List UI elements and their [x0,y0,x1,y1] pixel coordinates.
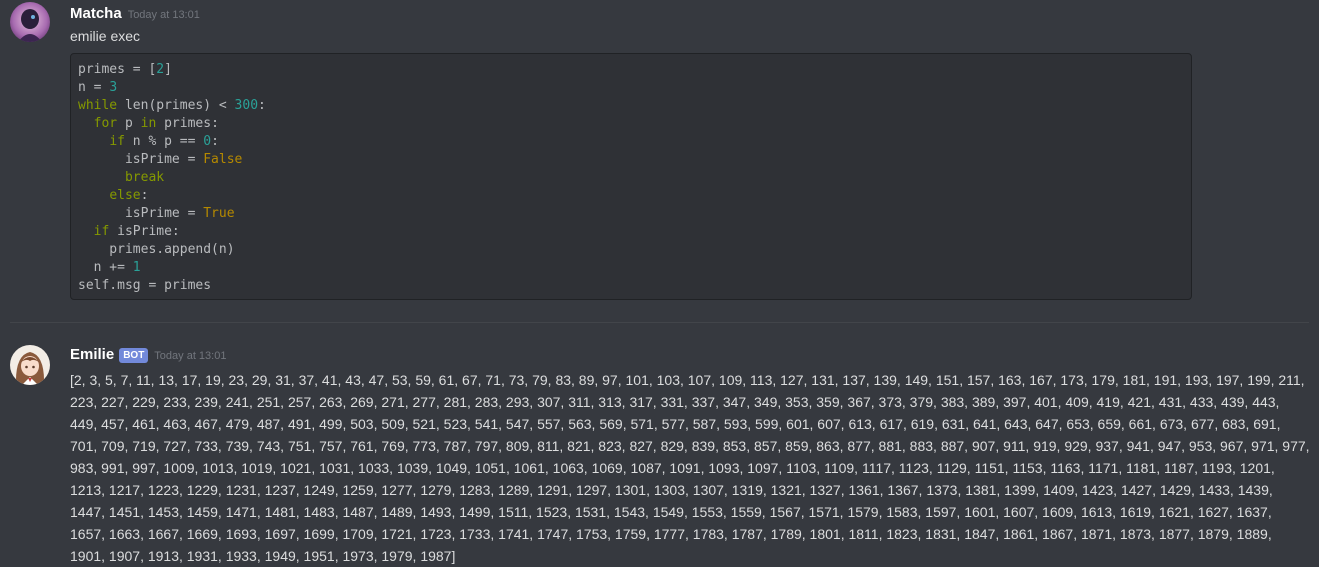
code-line-text: if isPrime: [93,224,180,239]
code-line-text: break [124,170,165,185]
bot-avatar[interactable] [10,345,50,385]
message-divider [10,322,1309,323]
code-line: primes = [2] [78,62,172,77]
code-content: primes = [2] n = 3 while len(primes) < 3… [71,54,1191,295]
code-line-text: for p in primes: [93,116,219,131]
code-line-text: n += 1 [78,260,141,275]
user-avatar[interactable] [10,2,50,42]
code-block: primes = [2] n = 3 while len(primes) < 3… [70,53,1192,300]
code-line-text: primes = [2] [78,62,172,77]
bot-output-text: [2, 3, 5, 7, 11, 13, 17, 19, 23, 29, 31,… [70,372,1310,564]
code-line-text: self.msg = primes [78,278,212,293]
code-line-text: isPrime = False [78,152,243,167]
code-line-text: while len(primes) < 300: [78,98,266,113]
code-line-text: isPrime = True [78,206,235,221]
code-line-text: n = 3 [78,80,118,95]
code-line-text: if n % p == 0: [109,134,219,149]
code-line-text: primes.append(n) [78,242,235,257]
message-text: emilie exec [70,28,141,44]
author-name[interactable]: Emilie [70,346,114,363]
message-timestamp: Today at 13:01 [154,350,227,362]
bot-badge: BOT [119,348,149,363]
message-timestamp: Today at 13:01 [127,9,200,21]
code-line-text: else: [109,188,149,203]
author-name[interactable]: Matcha [70,5,122,22]
